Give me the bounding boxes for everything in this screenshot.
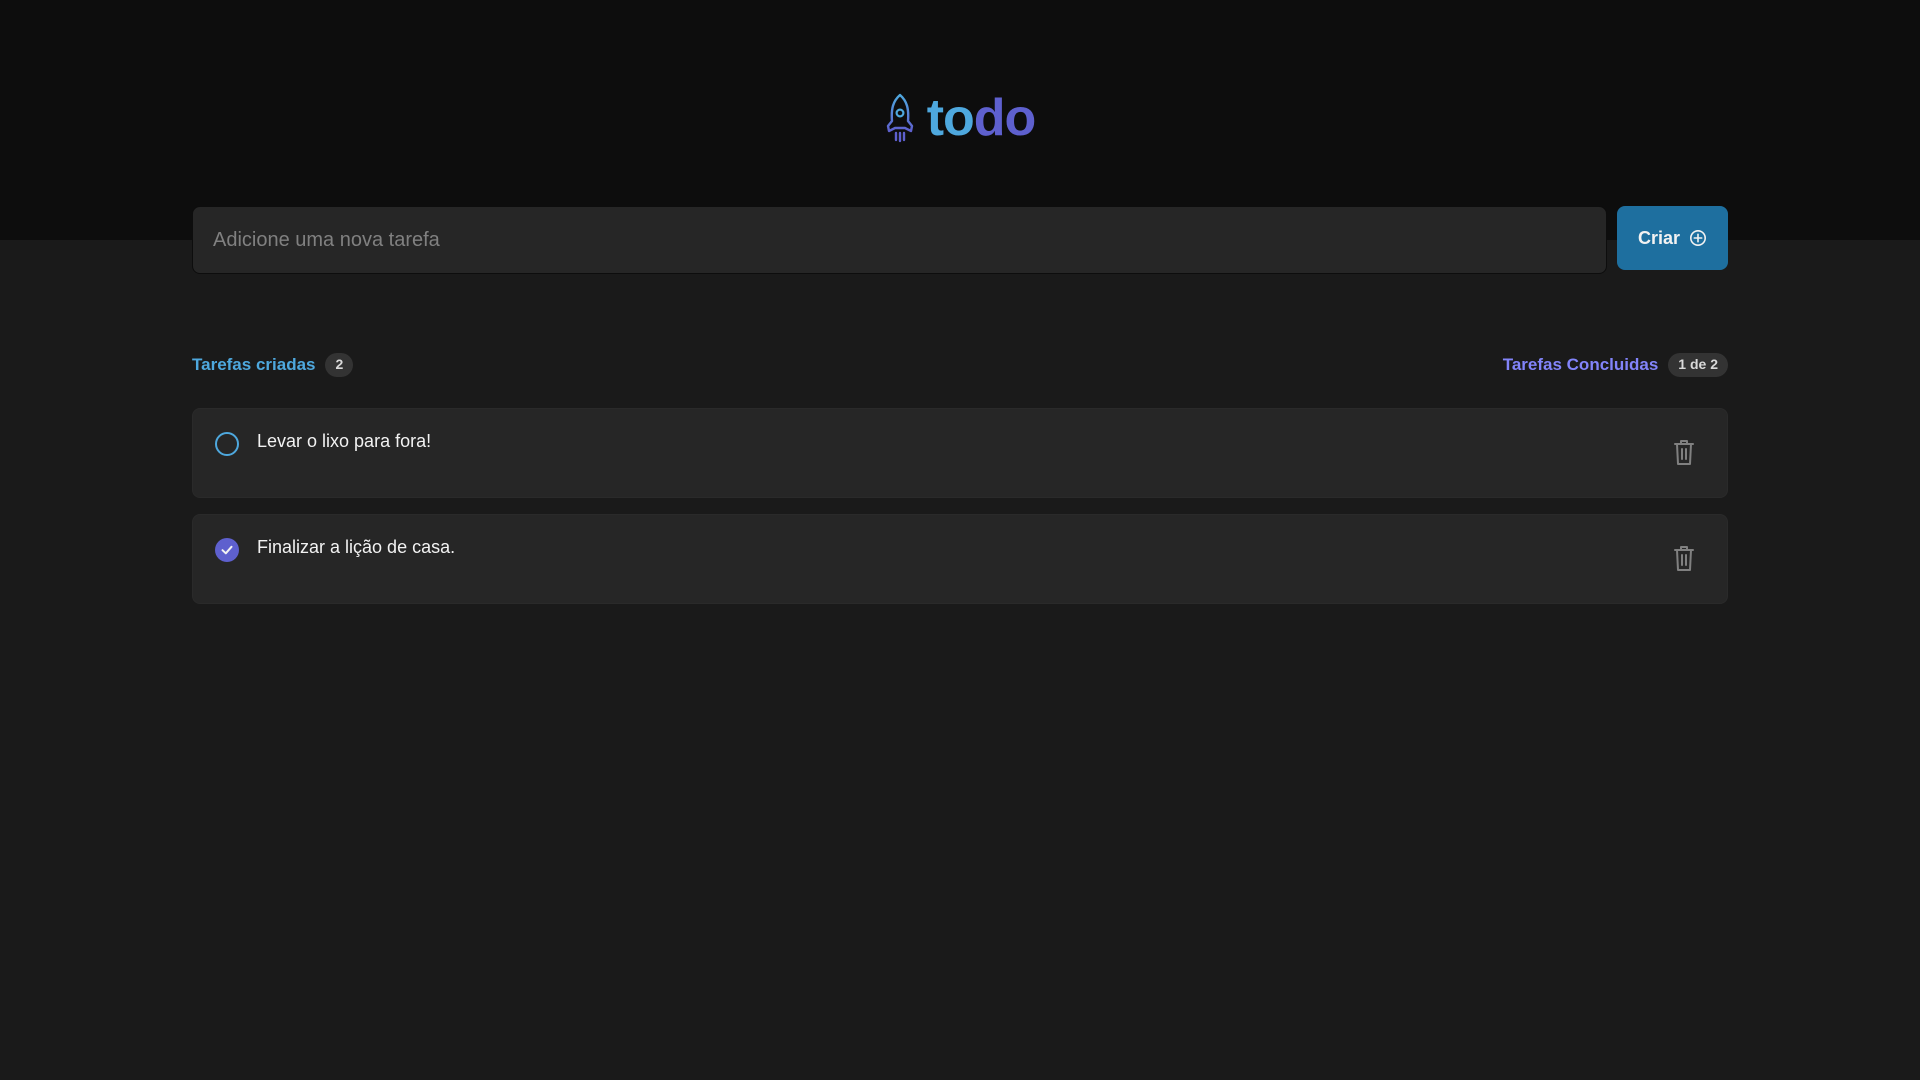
done-tasks-label: Tarefas Concluidas <box>1502 354 1659 374</box>
delete-task-button[interactable] <box>1667 435 1701 469</box>
created-tasks-label: Tarefas criadas <box>192 354 316 374</box>
new-task-input[interactable] <box>192 206 1607 274</box>
rocket-icon <box>885 93 915 143</box>
task-item: Finalizar a lição de casa. <box>192 514 1728 604</box>
create-button-label: Criar <box>1637 227 1681 248</box>
task-summary: Tarefas criadas 2 Tarefas Concluidas 1 d… <box>192 352 1728 378</box>
delete-task-button[interactable] <box>1667 541 1701 575</box>
logo-text-to: to <box>926 89 975 147</box>
create-button[interactable]: Criar <box>1617 206 1728 270</box>
header: todo <box>0 0 1920 240</box>
logo-text-do: do <box>973 89 1037 147</box>
new-task-form: Criar <box>192 206 1728 274</box>
created-summary: Tarefas criadas 2 <box>192 353 354 377</box>
done-count-badge: 1 de 2 <box>1668 353 1728 377</box>
logo-text: todo <box>926 89 1037 147</box>
trash-icon <box>1672 438 1696 466</box>
task-list: Levar o lixo para fora! Finalizar a liçã <box>192 408 1728 604</box>
task-checkbox[interactable] <box>215 432 239 456</box>
plus-circle-icon <box>1689 229 1707 247</box>
checkmark-icon <box>220 543 234 557</box>
task-item: Levar o lixo para fora! <box>192 408 1728 498</box>
done-summary: Tarefas Concluidas 1 de 2 <box>1502 353 1728 377</box>
task-text: Finalizar a lição de casa. <box>257 537 456 557</box>
trash-icon <box>1672 544 1696 572</box>
task-text: Levar o lixo para fora! <box>257 431 432 451</box>
created-count-badge: 2 <box>325 353 354 377</box>
logo: todo <box>0 92 1920 144</box>
task-checkbox[interactable] <box>215 538 239 562</box>
